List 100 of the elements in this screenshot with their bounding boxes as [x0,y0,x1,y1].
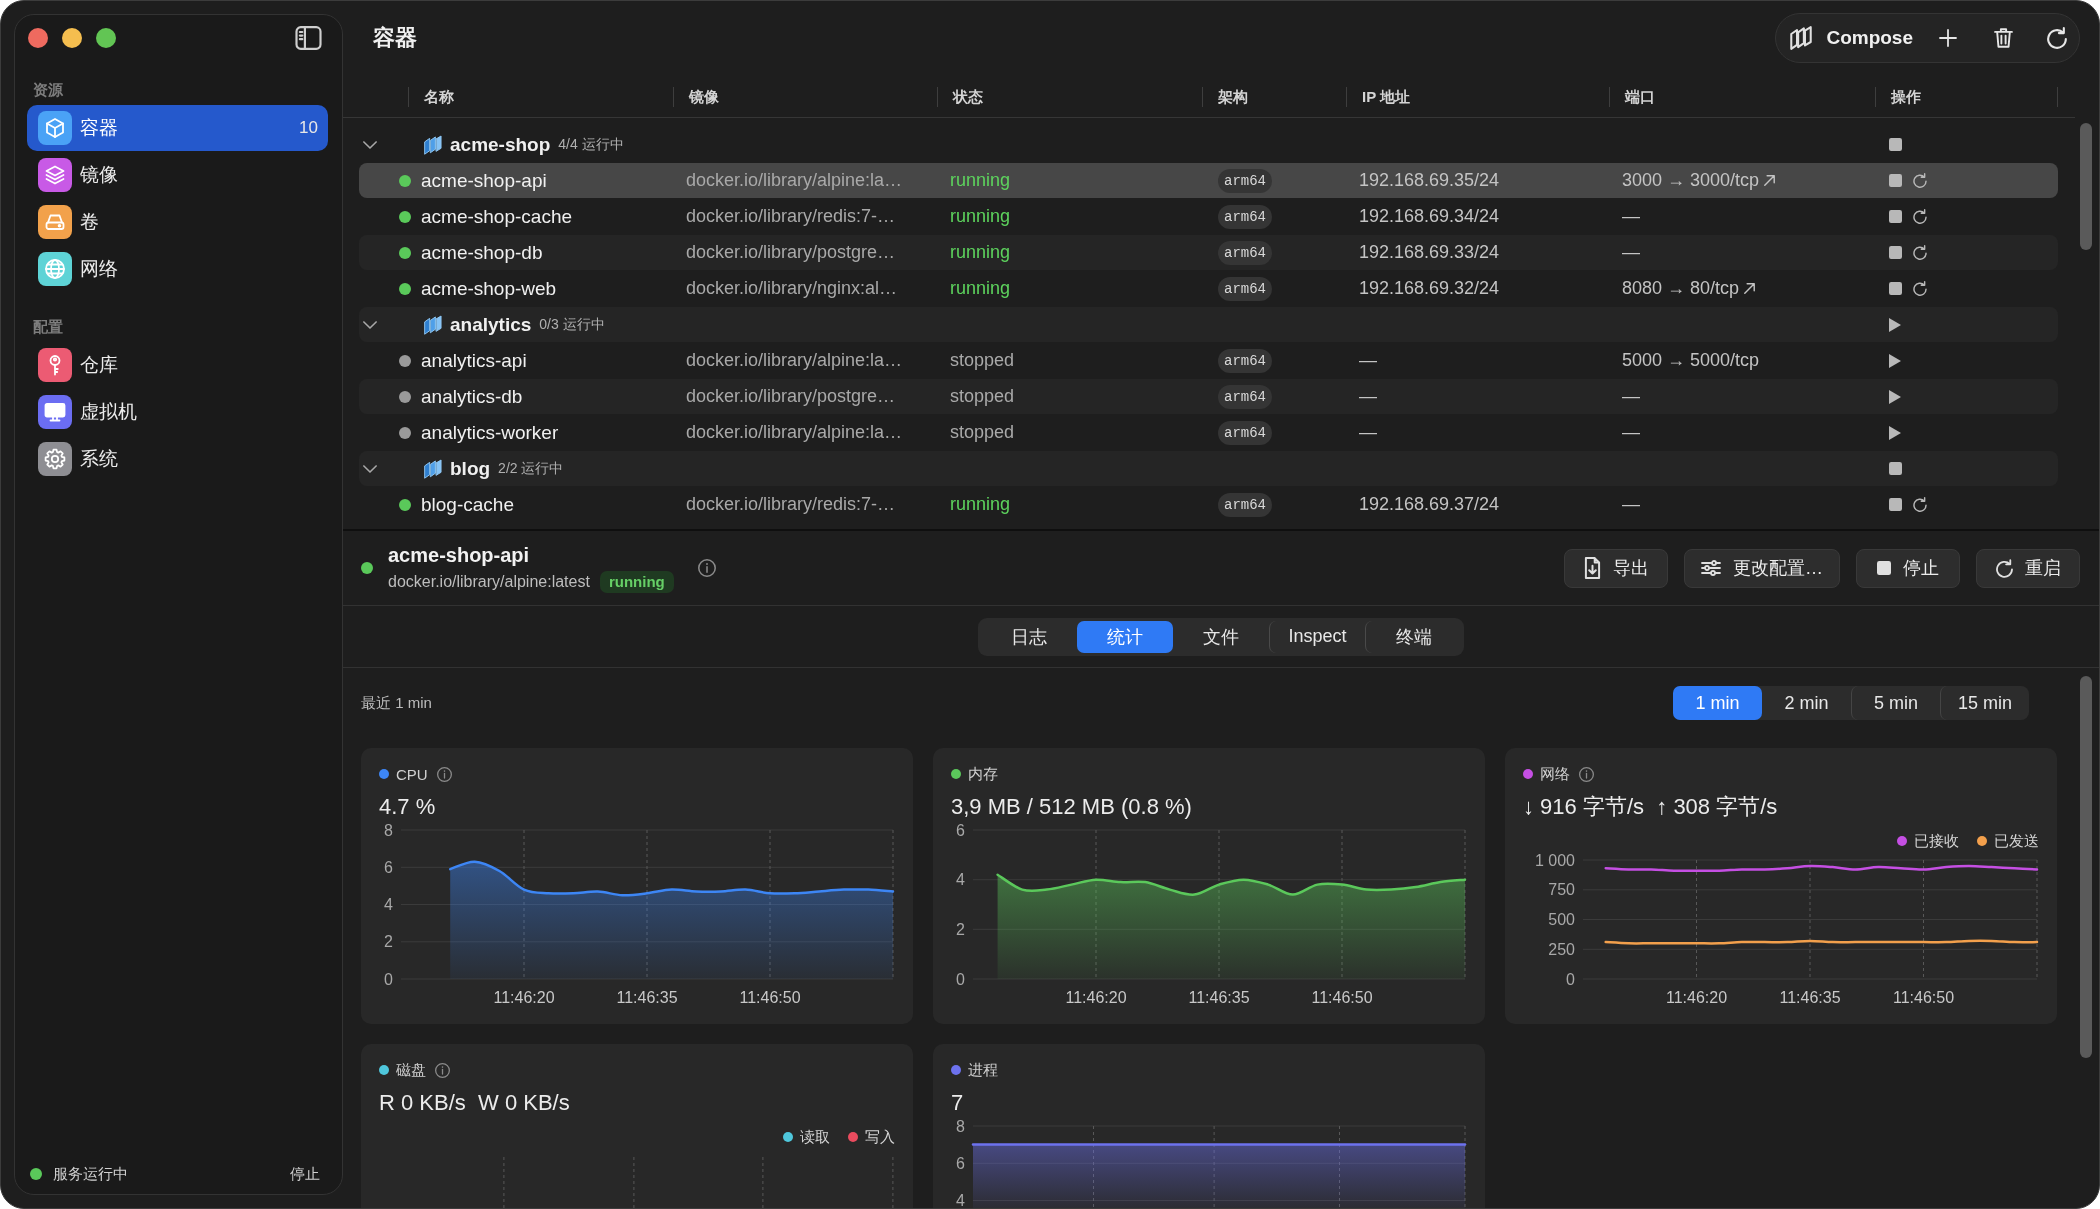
table-row[interactable]: analytics-db docker.io/library/postgre… stopped arm64 — — [359,379,2058,414]
export-button[interactable]: 导出 [1564,548,1668,588]
restart-button[interactable]: 重启 [1976,548,2080,588]
column-header[interactable]: 状态 [937,86,1202,107]
legend-label: 读取 [800,1127,830,1147]
restart-icon[interactable] [1913,245,1927,260]
zoom-window-icon[interactable] [96,28,116,48]
play-icon[interactable] [1889,389,1901,404]
ip-address: — [1359,350,1377,371]
y-axis-label: 6 [384,858,393,876]
time-range-tab[interactable]: 2 min [1762,686,1851,720]
tab[interactable]: 终端 [1365,620,1461,653]
stop-button[interactable]: 停止 [1856,548,1960,588]
restart-icon[interactable] [1913,209,1927,224]
restart-icon[interactable] [1913,281,1927,296]
stop-icon[interactable] [1889,138,1902,151]
stat-value: 3,9 MB / 512 MB (0.8 %) [951,793,1193,821]
scrollbar[interactable] [2080,676,2092,1058]
play-icon[interactable] [1889,425,1901,440]
close-window-icon[interactable] [28,28,48,48]
sidebar-item[interactable]: 网络 [27,246,328,292]
y-axis-label: 0 [384,970,393,988]
chevron-down-icon[interactable] [363,464,377,473]
sidebar-item[interactable]: 仓库 [27,342,328,388]
sidebar-item[interactable]: 容器 10 [27,105,328,151]
table-row[interactable]: acme-shop-db docker.io/library/postgre… running arm64 192.168.69.33/24 — [359,235,2058,270]
container-name: acme-shop-api [388,543,531,567]
stop-link[interactable]: 停止 [290,1164,320,1184]
y-axis-label: 1 000 [1534,851,1575,869]
minimize-window-icon[interactable] [62,28,82,48]
scrollbar[interactable] [2080,123,2092,250]
container-name: acme-shop-cache [421,205,573,228]
legend-label: 写入 [865,1127,895,1147]
time-range-tab[interactable]: 15 min [1940,686,2029,720]
table-row[interactable]: acme-shop-api docker.io/library/alpine:la… running arm64 192.168.69.35/24 3000 → 3000/tcp [359,163,2058,198]
trash-icon[interactable] [1994,27,2013,49]
stacked-panels-icon [1790,26,1813,50]
table-row[interactable]: acme-shop-web docker.io/library/nginx:al… running arm64 192.168.69.32/24 8080 → 80/tcp [359,271,2058,306]
stop-icon [1877,561,1891,575]
info-icon[interactable] [435,1062,450,1078]
chevron-down-icon[interactable] [363,140,377,149]
ip-address: 192.168.69.32/24 [1359,278,1500,299]
stop-icon[interactable] [1889,210,1902,223]
status-text: running [950,170,1011,191]
table-row[interactable]: blog-cache docker.io/library/redis:7-… running arm64 192.168.69.37/24 — [359,487,2058,522]
refresh-icon[interactable] [2047,27,2067,49]
play-icon[interactable] [1889,353,1901,368]
ip-address: — [1359,386,1377,407]
status-text: running [950,242,1011,263]
tab[interactable]: 日志 [981,620,1077,653]
ip-address: 192.168.69.35/24 [1359,170,1500,191]
configure-button[interactable]: 更改配置… [1684,548,1840,588]
tab[interactable]: 文件 [1173,620,1269,653]
y-axis-label: 4 [956,1192,965,1208]
image-name: docker.io/library/redis:7-… [686,494,896,515]
tab[interactable]: 统计 [1077,620,1173,653]
restart-icon [1995,558,2013,578]
play-icon[interactable] [1889,317,1901,332]
column-header[interactable]: 端口 [1609,86,1875,107]
stop-icon[interactable] [1889,498,1902,511]
restart-icon[interactable] [1913,173,1927,188]
info-icon[interactable] [436,766,452,782]
stat-value: R 0 KB/s W 0 KB/s [379,1089,571,1117]
table-row[interactable]: analytics-api docker.io/library/alpine:la… stopped arm64 — 5000 → 5000/tcp [359,343,2058,378]
time-range-tab[interactable]: 5 min [1851,686,1940,720]
status-text: running [950,494,1011,515]
column-header[interactable]: IP 地址 [1346,86,1609,107]
sidebar-item[interactable]: 卷 [27,199,328,245]
stop-icon[interactable] [1889,282,1902,295]
tab[interactable]: Inspect [1269,620,1365,653]
column-header[interactable]: 架构 [1202,86,1346,107]
info-icon[interactable] [1579,766,1594,782]
group-row[interactable]: blog 2/2 运行中 [359,451,2058,486]
arch-badge: arm64 [1218,348,1272,373]
y-axis-label: 4 [384,896,393,913]
group-row[interactable]: acme-shop 4/4 运行中 [359,127,2058,162]
y-axis-label: 8 [384,821,393,839]
column-header[interactable]: 操作 [1875,86,2058,107]
sidebar-item[interactable]: 虚拟机 [27,389,328,435]
legend-label: 已发送 [1994,831,2039,851]
sidebar-item[interactable]: 系统 [27,436,328,482]
table-row[interactable]: acme-shop-cache docker.io/library/redis:7-… running arm64 192.168.69.34/24 — [359,199,2058,234]
sidebar-item[interactable]: 镜像 [27,152,328,198]
time-range-tab[interactable]: 1 min [1673,686,1762,720]
arrow-up-right-icon[interactable] [1744,283,1756,294]
section-label: 资源 [32,80,63,100]
sidebar-toggle-icon[interactable] [295,26,322,50]
column-header[interactable]: 镜像 [673,86,937,107]
plus-icon[interactable] [1939,29,1957,47]
x-axis-label: 11:46:50 [1311,989,1373,1006]
compose-button[interactable]: Compose [1790,26,1913,50]
container-name: acme-shop-web [421,277,557,300]
arrow-up-right-icon[interactable] [1764,175,1776,186]
restart-icon[interactable] [1913,497,1927,512]
info-icon[interactable] [697,559,716,577]
port-mapping: 5000 → 5000/tcp [1622,350,1760,371]
chevron-down-icon[interactable] [363,320,377,329]
table-row[interactable]: analytics-worker docker.io/library/alpine:la… stopped arm64 — — [359,415,2058,450]
group-row[interactable]: analytics 0/3 运行中 [359,307,2058,342]
column-header[interactable]: 名称 [408,86,673,107]
